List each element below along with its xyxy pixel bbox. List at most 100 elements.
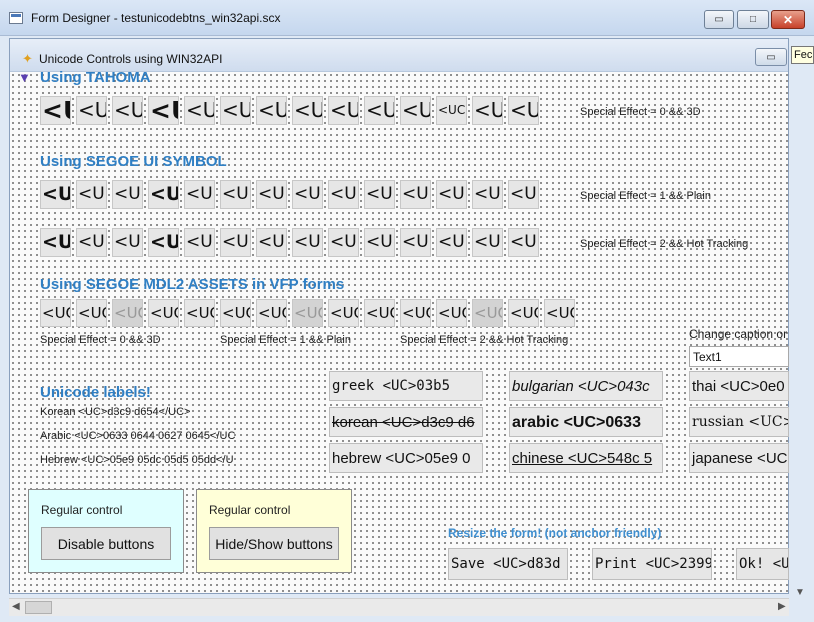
- mdl-glyph-button[interactable]: <UC: [184, 299, 215, 327]
- mdl-glyph-button[interactable]: <UC: [508, 299, 539, 327]
- scroll-left-arrow[interactable]: ◀: [12, 601, 20, 612]
- segoe2-glyph-button[interactable]: <U: [328, 228, 359, 257]
- print-button[interactable]: Print <UC>2399: [592, 548, 712, 580]
- tahoma-glyph-button[interactable]: <U: [148, 96, 179, 125]
- segoe1-glyph-button[interactable]: <U: [508, 180, 539, 209]
- segoe1-glyph-button[interactable]: <U: [76, 180, 107, 209]
- scroll-right-arrow[interactable]: ▶: [778, 601, 786, 612]
- text1-input[interactable]: Text1: [689, 346, 789, 367]
- segoe1-glyph-button[interactable]: <U: [184, 180, 215, 209]
- mdl-glyph-button[interactable]: <UC: [148, 299, 179, 327]
- mdl-glyph-button[interactable]: <UC: [328, 299, 359, 327]
- mdl-glyph-button[interactable]: <UC: [292, 299, 323, 327]
- window-minimize-button[interactable]: ▭: [704, 10, 734, 29]
- mdl-glyph-button[interactable]: <UC: [220, 299, 251, 327]
- tahoma-glyph-button[interactable]: <U: [364, 96, 395, 125]
- vertical-scroll-down-arrow[interactable]: ▼: [795, 587, 805, 598]
- heading-unicode-labels[interactable]: Unicode labels!: [40, 384, 151, 401]
- korean-textbox[interactable]: korean <UC>d3c9 d6: [329, 407, 483, 437]
- segoe2-glyph-button[interactable]: <U: [184, 228, 215, 257]
- arabic-label[interactable]: Arabic <UC>0633 0644 0627 0645</UC: [40, 430, 235, 442]
- tahoma-glyph-button[interactable]: <U: [256, 96, 287, 125]
- japanese-textbox[interactable]: japanese <UC: [689, 443, 789, 473]
- segoe1-glyph-button[interactable]: <U: [40, 180, 71, 209]
- mdl-glyph-button[interactable]: <UC: [472, 299, 503, 327]
- tahoma-glyph-button[interactable]: <U: [184, 96, 215, 125]
- mdl-glyph-button[interactable]: <UC: [544, 299, 575, 327]
- tahoma-glyph-button[interactable]: <U: [292, 96, 323, 125]
- change-caption-label[interactable]: Change caption or: [689, 327, 787, 341]
- greek-textbox[interactable]: greek <UC>03b5: [329, 371, 483, 401]
- disable-buttons-button[interactable]: Disable buttons: [41, 527, 171, 560]
- hebrew-textbox[interactable]: hebrew <UC>05e9 0: [329, 443, 483, 473]
- effect-label-mdl-plain[interactable]: Special Effect = 1 && Plain: [220, 334, 351, 346]
- segoe2-glyph-button[interactable]: <U: [508, 228, 539, 257]
- segoe1-glyph-button[interactable]: <U: [148, 180, 179, 209]
- segoe1-glyph-button[interactable]: <U: [436, 180, 467, 209]
- thai-textbox[interactable]: thai <UC>0e0: [689, 371, 789, 401]
- mdl-glyph-button[interactable]: <UC: [112, 299, 143, 327]
- form-caption: Unicode Controls using WIN32API: [39, 52, 223, 66]
- mdl-glyph-button[interactable]: <UC: [400, 299, 431, 327]
- segoe1-glyph-button[interactable]: <U: [472, 180, 503, 209]
- tahoma-glyph-button[interactable]: <U: [400, 96, 431, 125]
- segoe2-glyph-button[interactable]: <U: [436, 228, 467, 257]
- mdl-glyph-button[interactable]: <UC: [40, 299, 71, 327]
- tahoma-glyph-button[interactable]: <U: [40, 96, 71, 125]
- ok-button[interactable]: Ok! <U: [736, 548, 789, 580]
- segoe2-glyph-button[interactable]: <U: [112, 228, 143, 257]
- bulgarian-textbox[interactable]: bulgarian <UC>043c: [509, 371, 663, 401]
- save-button[interactable]: Save <UC>d83d: [448, 548, 568, 580]
- chinese-textbox[interactable]: chinese <UC>548c 5: [509, 443, 663, 473]
- mdl-glyph-button[interactable]: <UC: [436, 299, 467, 327]
- tahoma-glyph-button[interactable]: <U: [112, 96, 143, 125]
- segoe1-glyph-button[interactable]: <U: [292, 180, 323, 209]
- window-close-button[interactable]: ✕: [771, 10, 805, 29]
- segoe2-glyph-button[interactable]: <U: [76, 228, 107, 257]
- segoe2-glyph-button[interactable]: <U: [40, 228, 71, 257]
- mdl-glyph-button[interactable]: <UC: [256, 299, 287, 327]
- horizontal-scrollbar[interactable]: ◀ ▶: [9, 598, 789, 616]
- segoe1-glyph-button[interactable]: <U: [256, 180, 287, 209]
- segoe1-glyph-button[interactable]: <U: [112, 180, 143, 209]
- segoe2-glyph-button[interactable]: <U: [472, 228, 503, 257]
- heading-segoe-mdl2[interactable]: Using SEGOE MDL2 ASSETS in VFP forms: [40, 276, 344, 293]
- mdl-glyph-button[interactable]: <UC: [364, 299, 395, 327]
- segoe1-glyph-button[interactable]: <U: [220, 180, 251, 209]
- effect-label-mdl-3d[interactable]: Special Effect = 0 && 3D: [40, 334, 161, 346]
- tahoma-glyph-button[interactable]: <U: [220, 96, 251, 125]
- form-title-bar[interactable]: ✦ Unicode Controls using WIN32API ▭: [10, 39, 788, 72]
- arabic-textbox[interactable]: arabic <UC>0633: [509, 407, 663, 437]
- tahoma-glyph-button[interactable]: <U: [328, 96, 359, 125]
- segoe2-glyph-button[interactable]: <U: [256, 228, 287, 257]
- effect-label-segoe-hot[interactable]: Special Effect = 2 && Hot Tracking: [580, 238, 748, 250]
- segoe2-glyph-button[interactable]: <U: [400, 228, 431, 257]
- tahoma-glyph-button[interactable]: <U: [76, 96, 107, 125]
- resize-note-label[interactable]: Resize the form! (not anchor friendly): [448, 526, 661, 540]
- regular-control-container-right[interactable]: Regular control Hide/Show buttons: [196, 489, 352, 573]
- tahoma-glyph-button[interactable]: <U: [472, 96, 503, 125]
- effect-label-mdl-hot[interactable]: Special Effect = 2 && Hot Tracking: [400, 334, 568, 346]
- segoe2-glyph-button[interactable]: <U: [148, 228, 179, 257]
- segoe2-glyph-button[interactable]: <U: [292, 228, 323, 257]
- segoe1-glyph-button[interactable]: <U: [328, 180, 359, 209]
- form-minimize-button[interactable]: ▭: [755, 48, 787, 66]
- russian-textbox[interactable]: russian <UC>0: [689, 407, 789, 437]
- mdl-glyph-button[interactable]: <UC: [76, 299, 107, 327]
- regular-control-container-left[interactable]: Regular control Disable buttons: [28, 489, 184, 573]
- tahoma-glyph-button[interactable]: <UC: [436, 96, 467, 125]
- segoe1-glyph-button[interactable]: <U: [400, 180, 431, 209]
- hide-show-buttons-button[interactable]: Hide/Show buttons: [209, 527, 339, 560]
- heading-segoe-symbol[interactable]: Using SEGOE UI SYMBOL: [40, 153, 227, 170]
- effect-label-tahoma[interactable]: Special Effect = 0 && 3D: [580, 106, 701, 118]
- window-maximize-button[interactable]: □: [737, 10, 769, 29]
- segoe2-glyph-button[interactable]: <U: [220, 228, 251, 257]
- effect-label-segoe-plain[interactable]: Special Effect = 1 && Plain: [580, 190, 711, 202]
- korean-label[interactable]: Korean <UC>d3c9 d654</UC>: [40, 406, 190, 418]
- heading-tahoma[interactable]: Using TAHOMA: [40, 69, 151, 86]
- segoe1-glyph-button[interactable]: <U: [364, 180, 395, 209]
- segoe2-glyph-button[interactable]: <U: [364, 228, 395, 257]
- tahoma-glyph-button[interactable]: <U: [508, 96, 539, 125]
- hebrew-label[interactable]: Hebrew <UC>05e9 05dc 05d5 05dd</U: [40, 454, 234, 466]
- scroll-thumb[interactable]: [25, 601, 52, 614]
